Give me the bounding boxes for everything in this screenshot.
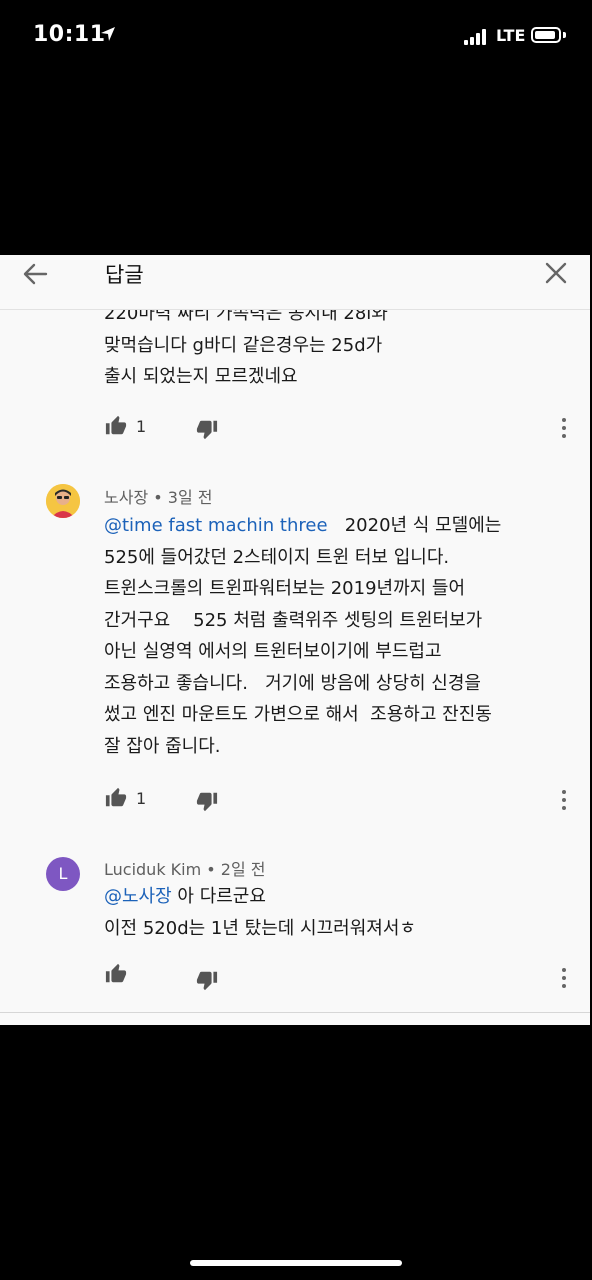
comment-text: @time fast machin three 2020년 식 모델에는 525… bbox=[104, 510, 564, 762]
home-indicator[interactable] bbox=[190, 1260, 402, 1266]
comment-line: 썼고 엔진 마운트도 가변으로 해서 조용하고 잔진동 bbox=[104, 704, 492, 725]
thumb-up-icon[interactable] bbox=[105, 415, 127, 437]
mention-link[interactable]: @time fast machin three bbox=[104, 515, 328, 536]
network-type: LTE bbox=[496, 26, 526, 45]
replies-header: 답글 bbox=[0, 255, 590, 310]
divider bbox=[0, 1012, 590, 1013]
replies-panel: 220마력 짜리 가속력은 동시내 28i와 맞먹습니다 g바디 같은경우는 2… bbox=[0, 255, 590, 1025]
avatar-image bbox=[46, 484, 80, 518]
replies-list[interactable]: 220마력 짜리 가속력은 동시내 28i와 맞먹습니다 g바디 같은경우는 2… bbox=[0, 255, 590, 1025]
like-count: 1 bbox=[136, 789, 147, 808]
comment-line: 트윈스크롤의 트윈파워터보는 2019년까지 들어 bbox=[104, 578, 466, 599]
status-time: 10:11 bbox=[33, 22, 106, 47]
avatar[interactable] bbox=[46, 484, 80, 518]
comment-first-line: @time fast machin three 2020년 식 모델에는 bbox=[104, 510, 564, 542]
thumb-down-icon[interactable] bbox=[196, 969, 218, 991]
thumb-up-icon[interactable] bbox=[105, 963, 127, 985]
more-options-icon[interactable] bbox=[560, 968, 568, 990]
thumb-up-icon[interactable] bbox=[105, 787, 127, 809]
header-title: 답글 bbox=[105, 263, 144, 287]
comment-line: 조용하고 좋습니다. 거기에 방음에 상당히 신경을 bbox=[104, 672, 481, 694]
comment-line: 간거구요 525 처럼 출력위주 셋팅의 트윈터보가 bbox=[104, 609, 483, 631]
comment-line: 아닌 실영역 에서의 트윈터보이기에 부드럽고 bbox=[104, 641, 442, 662]
battery-tip bbox=[563, 32, 566, 38]
thumb-down-icon[interactable] bbox=[196, 418, 218, 440]
comment-line: 525에 들어갔던 2스테이지 트윈 터보 입니다. bbox=[104, 546, 450, 568]
comment-first-line: @노사장 아 다르군요 bbox=[104, 881, 564, 913]
more-options-icon[interactable] bbox=[560, 418, 568, 440]
comment-author-meta: 노사장 • 3일 전 bbox=[104, 488, 213, 507]
comment-line: 잘 잡아 줍니다. bbox=[104, 735, 221, 757]
comment-line-rest: 아 다르군요 bbox=[171, 886, 266, 907]
like-count: 1 bbox=[136, 417, 147, 436]
arrow-left-icon[interactable] bbox=[20, 259, 50, 289]
comment-author-meta: Luciduk Kim • 2일 전 bbox=[104, 860, 266, 879]
more-options-icon[interactable] bbox=[560, 790, 568, 812]
comment-line: 맞먹습니다 g바디 같은경우는 25d가 bbox=[104, 334, 383, 356]
comment-line: 출시 되었는지 모르겠네요 bbox=[104, 366, 298, 387]
comment-line-rest: 2020년 식 모델에는 bbox=[327, 515, 502, 536]
avatar[interactable]: L bbox=[46, 857, 80, 891]
close-icon[interactable] bbox=[542, 259, 570, 287]
status-bar: 10:11 LTE bbox=[0, 0, 592, 74]
comment-text: @노사장 아 다르군요 이전 520d는 1년 탔는데 시끄러워져서ㅎ bbox=[104, 881, 564, 944]
comment-line: 이전 520d는 1년 탔는데 시끄러워져서ㅎ bbox=[104, 917, 416, 939]
mention-link[interactable]: @노사장 bbox=[104, 886, 172, 907]
battery-icon bbox=[531, 27, 561, 43]
location-arrow-icon bbox=[101, 27, 115, 41]
cellular-signal-icon bbox=[464, 29, 492, 45]
thumb-down-icon[interactable] bbox=[196, 790, 218, 812]
comment-text: 220마력 짜리 가속력은 동시내 28i와 맞먹습니다 g바디 같은경우는 2… bbox=[104, 298, 564, 393]
